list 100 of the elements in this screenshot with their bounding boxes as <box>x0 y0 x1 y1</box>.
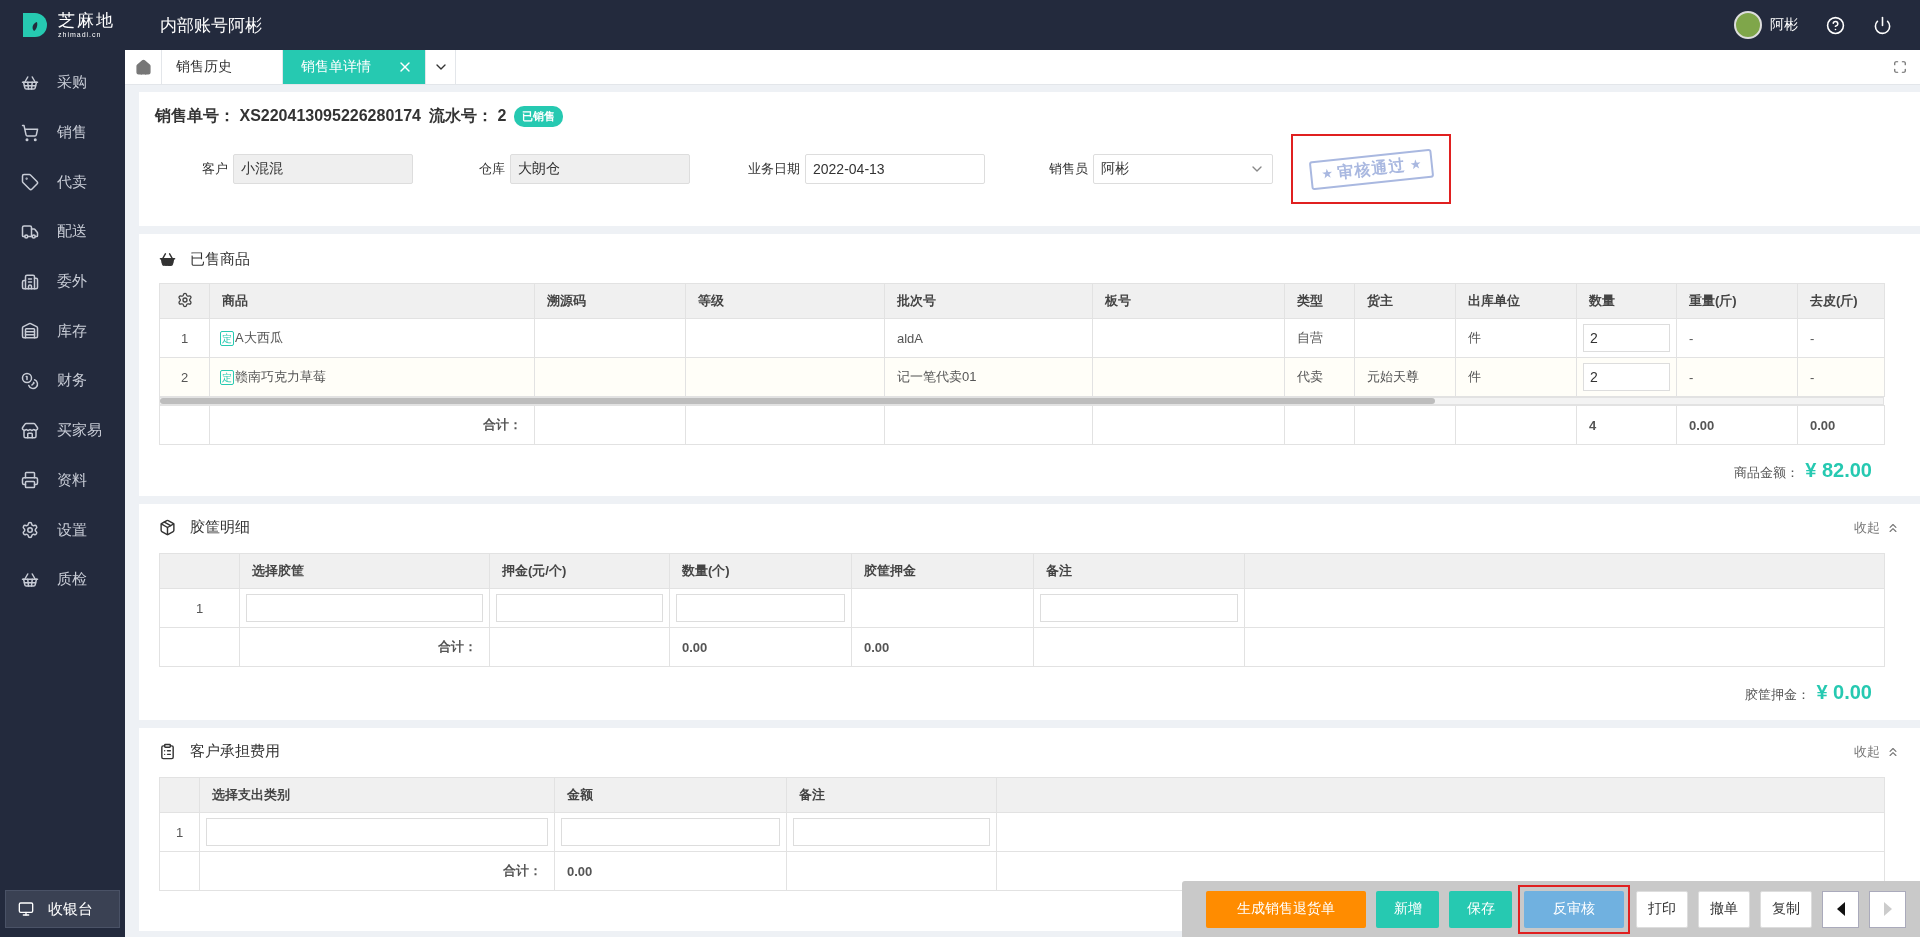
column-header: 批次号 <box>884 283 1093 319</box>
column-header: 商品 <box>209 283 535 319</box>
help-icon[interactable] <box>1826 15 1845 35</box>
table-cell-text: 2 <box>180 369 189 385</box>
field-label: 业务日期 <box>747 160 801 178</box>
column-header: 去皮(斤) <box>1797 283 1885 319</box>
sidebar-item[interactable]: 采购 <box>0 58 125 108</box>
table-cell-text: 件 <box>1468 330 1481 345</box>
input-field[interactable]: 小混混 <box>233 154 413 184</box>
input-field[interactable] <box>561 818 780 846</box>
amount-value: ¥ 0.00 <box>1816 681 1872 704</box>
settings-icon[interactable] <box>176 291 193 308</box>
sidebar-item[interactable]: 资料 <box>0 455 125 506</box>
sidebar-item[interactable]: 质检 <box>0 554 125 605</box>
warehouse-icon <box>21 322 39 341</box>
section-title: 客户承担费用 <box>190 742 280 761</box>
table-cell-text: 赣南巧克力草莓 <box>235 369 326 384</box>
table-cell-text: 0.00 <box>1689 417 1715 433</box>
sidebar-item[interactable]: 设置 <box>0 505 125 555</box>
status-badge: 已销售 <box>514 106 564 127</box>
user-name[interactable]: 阿彬 <box>1770 16 1798 34</box>
account-title: 内部账号阿彬 <box>160 14 263 37</box>
quantity-input[interactable]: 2 <box>1583 324 1670 352</box>
input-field[interactable] <box>1040 594 1238 622</box>
tag-badge: 定 <box>220 370 234 385</box>
table-cell-text: 4 <box>1589 417 1597 433</box>
previous-button[interactable] <box>1822 890 1859 928</box>
box-icon <box>159 519 176 536</box>
table-cell-text: 1 <box>195 600 204 616</box>
sidebar-item[interactable]: 库存 <box>0 306 125 357</box>
input-field[interactable] <box>676 594 845 622</box>
input-field[interactable] <box>793 818 990 846</box>
order-number: 销售单号： XS220413095226280174 <box>155 106 421 126</box>
store-icon <box>21 421 39 440</box>
table-cell-text: A大西瓜 <box>235 330 283 345</box>
column-header: 选择支出类别 <box>199 777 555 813</box>
sidebar-item[interactable]: 销售 <box>0 107 125 158</box>
table-cell-text: 0.00 <box>864 639 890 655</box>
right-triangle-icon <box>1883 902 1892 916</box>
table-cell-text: 0.00 <box>682 639 708 655</box>
column-header: 板号 <box>1092 283 1285 319</box>
input-field[interactable]: 2022-04-13 <box>805 154 985 184</box>
clipboard-icon <box>159 743 176 760</box>
power-icon[interactable] <box>1873 15 1892 35</box>
input-field[interactable] <box>206 818 548 846</box>
coins-icon <box>21 371 39 390</box>
star-icon <box>1409 158 1421 170</box>
input-field[interactable] <box>496 594 663 622</box>
printer-icon <box>21 471 39 490</box>
table-cell-text: 自营 <box>1297 330 1323 345</box>
field-label: 销售员 <box>1048 160 1089 178</box>
settings-icon <box>21 521 39 540</box>
input-field[interactable]: 大朗仓 <box>510 154 690 184</box>
table-cell-text: 记一笔代卖01 <box>897 369 977 384</box>
table-cell-text: 合计： <box>438 639 477 654</box>
sidebar-item[interactable]: 代卖 <box>0 157 125 208</box>
input-field[interactable] <box>246 594 483 622</box>
sidebar-item[interactable]: 委外 <box>0 256 125 307</box>
building-icon <box>21 272 39 291</box>
tag-icon <box>21 173 39 192</box>
table-cell-text: 合计： <box>503 863 542 878</box>
table-cell-text: 合计： <box>483 417 522 432</box>
sidebar-item[interactable]: 买家易 <box>0 405 125 456</box>
sidebar-item[interactable]: 财务 <box>0 356 125 406</box>
collapse-button[interactable]: 收起 <box>1854 518 1900 537</box>
collapse-button[interactable]: 收起 <box>1854 742 1900 761</box>
action-button[interactable]: 撤单 <box>1698 890 1750 928</box>
column-header: 胶筐押金 <box>851 553 1034 589</box>
column-header: 溯源码 <box>534 283 686 319</box>
column-header: 类型 <box>1284 283 1355 319</box>
column-header: 备注 <box>1033 553 1245 589</box>
next-button[interactable] <box>1869 890 1906 928</box>
table-cell-text: 0.00 <box>1810 417 1836 433</box>
basket-icon <box>21 73 39 92</box>
column-header: 等级 <box>685 283 885 319</box>
action-button[interactable]: 打印 <box>1636 890 1688 928</box>
cashier-button[interactable]: 收银台 <box>5 890 120 928</box>
sidebar-item[interactable]: 配送 <box>0 207 125 257</box>
table-cell-text: 0.00 <box>567 863 593 879</box>
column-header: 数量(个) <box>669 553 852 589</box>
basket-icon <box>21 570 39 589</box>
section-title: 胶筐明细 <box>190 518 250 537</box>
table-cell-text: - <box>1810 330 1815 346</box>
table-cell-text: - <box>1689 330 1694 346</box>
avatar[interactable] <box>1734 11 1762 39</box>
approval-stamp: 审核通过 <box>1308 148 1434 190</box>
column-header: 数量 <box>1576 283 1677 319</box>
section-title: 已售商品 <box>190 250 250 269</box>
field-label: 仓库 <box>478 160 506 178</box>
quantity-input[interactable]: 2 <box>1583 363 1670 391</box>
table-cell-text: - <box>1810 369 1815 385</box>
table-cell-text: 件 <box>1468 369 1481 384</box>
tag-badge: 定 <box>220 331 234 346</box>
select-field[interactable]: 阿彬 <box>1093 154 1273 184</box>
star-icon <box>1321 167 1333 179</box>
action-button[interactable]: 复制 <box>1760 890 1812 928</box>
amount-label: 胶筐押金： <box>1745 686 1811 704</box>
table-cell-text: 1 <box>175 824 184 840</box>
monitor-icon <box>18 901 34 917</box>
table-cell-text: 代卖 <box>1297 369 1323 384</box>
